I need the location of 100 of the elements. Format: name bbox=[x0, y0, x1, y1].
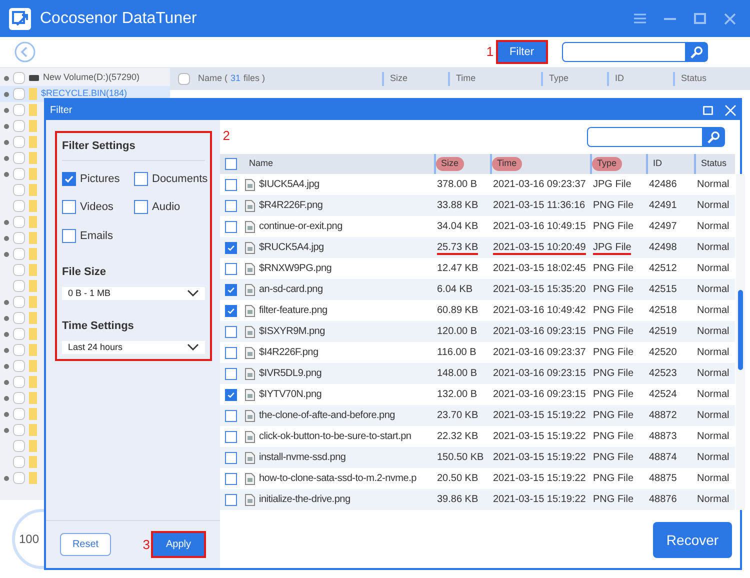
table-cell: 20.50 KB bbox=[437, 473, 478, 484]
checkbox[interactable] bbox=[62, 228, 76, 243]
image-file-icon bbox=[245, 178, 255, 190]
recover-button[interactable]: Recover bbox=[653, 522, 732, 558]
column-header[interactable]: Size bbox=[436, 157, 464, 171]
table-cell: 48872 bbox=[649, 410, 677, 421]
checkbox[interactable] bbox=[62, 200, 76, 214]
tree-checkbox[interactable] bbox=[13, 136, 25, 148]
tree-checkbox[interactable] bbox=[13, 248, 25, 260]
checkbox[interactable] bbox=[225, 304, 237, 316]
tree-checkbox[interactable] bbox=[13, 232, 25, 244]
checkbox[interactable] bbox=[225, 220, 237, 232]
table-cell: PNG File bbox=[593, 431, 634, 442]
search-icon[interactable] bbox=[685, 43, 707, 61]
table-cell: PNG File bbox=[593, 284, 634, 295]
tree-checkbox[interactable] bbox=[13, 72, 25, 84]
checkbox[interactable] bbox=[225, 284, 237, 296]
checkbox[interactable] bbox=[225, 368, 237, 380]
table-cell: PNG File bbox=[593, 494, 634, 505]
apply-button[interactable]: Apply bbox=[151, 531, 206, 558]
checkbox[interactable] bbox=[225, 200, 237, 212]
header-checkbox[interactable] bbox=[178, 73, 190, 85]
column-header[interactable]: Status bbox=[696, 157, 732, 171]
tree-checkbox[interactable] bbox=[13, 360, 25, 372]
checkbox[interactable] bbox=[225, 494, 237, 506]
filter-button[interactable]: Filter bbox=[496, 40, 548, 64]
checkbox[interactable] bbox=[225, 326, 237, 338]
back-icon[interactable] bbox=[14, 41, 36, 63]
table-cell: 48876 bbox=[649, 494, 677, 505]
scrollbar-thumb[interactable] bbox=[738, 290, 743, 370]
reset-button[interactable]: Reset bbox=[60, 533, 111, 556]
checkbox[interactable] bbox=[225, 346, 237, 358]
checkbox[interactable] bbox=[225, 452, 237, 464]
column-header[interactable]: ID bbox=[607, 72, 673, 86]
file-row[interactable]: $RUCK5A4.jpg 25.73 KB 2021-03-15 10:20:49 JPG File 42498 Normal bbox=[220, 237, 735, 258]
time-dropdown[interactable]: Last 24 hours bbox=[62, 340, 205, 354]
column-header[interactable]: Time bbox=[448, 72, 541, 86]
file-row[interactable]: $R4R226F.png 33.88 KB 2021-03-15 11:36:16 PNG File 42491 Normal bbox=[220, 195, 735, 216]
tree-checkbox[interactable] bbox=[13, 296, 25, 308]
tree-checkbox[interactable] bbox=[13, 184, 25, 196]
tree-checkbox[interactable] bbox=[13, 280, 25, 292]
tree-checkbox[interactable] bbox=[13, 104, 25, 116]
column-header[interactable]: Size bbox=[382, 72, 448, 86]
tree-checkbox[interactable] bbox=[13, 120, 25, 132]
tree-checkbox[interactable] bbox=[13, 264, 25, 276]
column-header[interactable]: Type bbox=[592, 157, 622, 171]
column-header[interactable]: Time bbox=[492, 157, 522, 171]
tree-checkbox[interactable] bbox=[13, 328, 25, 340]
maximize-icon[interactable] bbox=[694, 13, 706, 24]
tree-checkbox[interactable] bbox=[13, 392, 25, 404]
search-field[interactable] bbox=[587, 127, 725, 147]
close-icon[interactable] bbox=[724, 12, 736, 24]
checkbox[interactable] bbox=[225, 262, 237, 274]
tree-checkbox[interactable] bbox=[13, 424, 25, 436]
tree-checkbox[interactable] bbox=[13, 200, 25, 212]
checkbox[interactable] bbox=[134, 172, 148, 186]
file-row[interactable]: $ISXYR9M.png 120.00 B 2021-03-16 09:23:15 PNG File 42519 Normal bbox=[220, 321, 735, 342]
file-row[interactable]: the-clone-of-afte-and-before.png 23.70 KB 2021-03-15 15:19:22 PNG File 48872 Normal bbox=[220, 405, 735, 426]
scrollbar[interactable] bbox=[736, 174, 745, 510]
file-row[interactable]: install-nvme-ssd.png 150.50 KB 2021-03-15 15:19:22 PNG File 48874 Normal bbox=[220, 447, 735, 468]
tree-checkbox[interactable] bbox=[13, 168, 25, 180]
search-field[interactable] bbox=[562, 42, 708, 62]
tree-checkbox[interactable] bbox=[13, 440, 25, 452]
checkbox[interactable] bbox=[134, 200, 148, 214]
step-number: 3 bbox=[142, 536, 150, 554]
tree-checkbox[interactable] bbox=[13, 216, 25, 228]
menu-icon[interactable] bbox=[634, 13, 646, 24]
file-row[interactable]: an-sd-card.png 6.04 KB 2021-03-15 15:35:20 PNG File 42515 Normal bbox=[220, 279, 735, 300]
column-header[interactable]: Status bbox=[673, 72, 743, 86]
checkbox[interactable] bbox=[225, 388, 237, 400]
table-cell: Normal bbox=[697, 389, 730, 400]
file-size-dropdown[interactable]: 0 B - 1 MB bbox=[62, 286, 205, 300]
checkbox[interactable] bbox=[225, 472, 237, 484]
tree-item[interactable]: New Volume(D:)(57290) bbox=[43, 71, 140, 85]
search-icon[interactable] bbox=[702, 128, 724, 146]
checkbox[interactable] bbox=[62, 172, 76, 186]
column-header[interactable]: Type bbox=[541, 72, 607, 86]
checkbox[interactable] bbox=[225, 158, 237, 170]
column-header[interactable]: ID bbox=[648, 157, 667, 171]
tree-checkbox[interactable] bbox=[13, 376, 25, 388]
file-row[interactable]: $IVR5DL9.png 148.00 B 2021-03-16 09:23:15 PNG File 42523 Normal bbox=[220, 363, 735, 384]
folder-icon bbox=[29, 152, 37, 164]
table-cell: 60.89 KB bbox=[437, 305, 478, 316]
tree-checkbox[interactable] bbox=[13, 88, 25, 100]
tree-checkbox[interactable] bbox=[13, 344, 25, 356]
checkbox[interactable] bbox=[225, 178, 237, 190]
tree-checkbox[interactable] bbox=[13, 456, 25, 468]
image-file-icon bbox=[245, 368, 255, 380]
table-cell: 23.70 KB bbox=[437, 410, 478, 421]
checkbox[interactable] bbox=[225, 242, 237, 254]
tree-checkbox[interactable] bbox=[13, 472, 25, 484]
checkbox[interactable] bbox=[225, 430, 237, 442]
tree-checkbox[interactable] bbox=[13, 408, 25, 420]
column-header[interactable]: Name bbox=[244, 157, 278, 171]
tree-checkbox[interactable] bbox=[13, 312, 25, 324]
file-row[interactable]: initialize-the-drive.png 39.86 KB 2021-03-15 15:19:22 PNG File 48876 Normal bbox=[220, 489, 735, 510]
checkbox[interactable] bbox=[225, 410, 237, 422]
minimize-icon[interactable] bbox=[664, 18, 676, 20]
folder-icon bbox=[29, 168, 37, 180]
tree-checkbox[interactable] bbox=[13, 152, 25, 164]
